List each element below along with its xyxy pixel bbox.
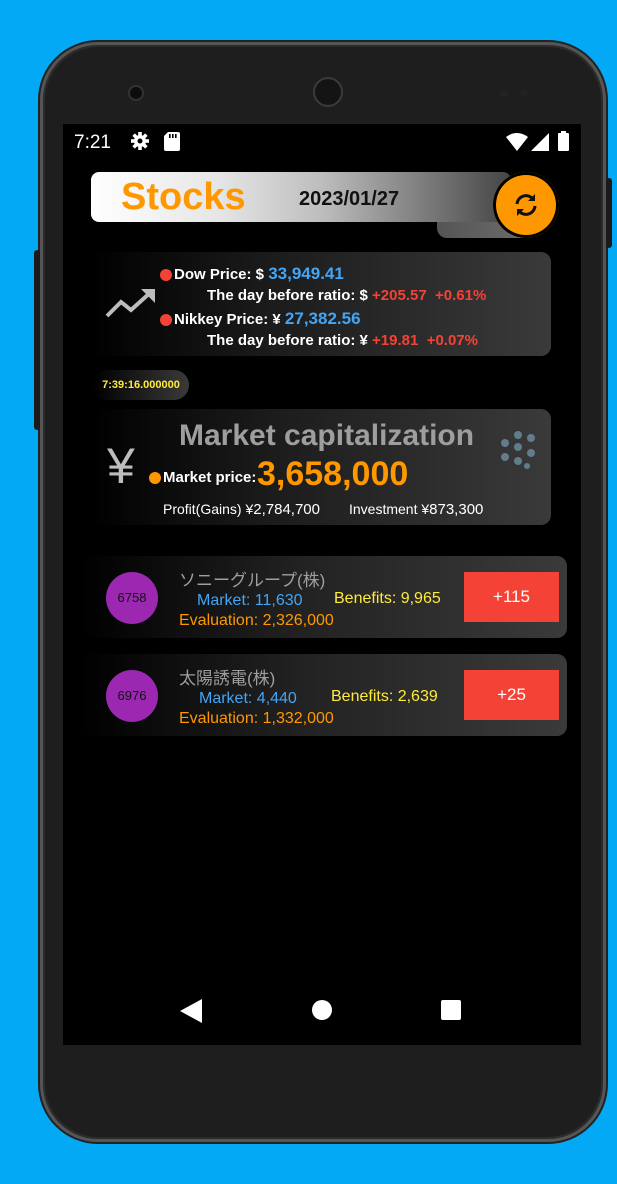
dow-pct: +0.61% [435, 287, 487, 304]
battery-icon [558, 131, 569, 151]
app-screen: 7:21 Stocks 2023/01/27 Dow Price: $ 33,9… [63, 124, 581, 1045]
index-card: Dow Price: $ 33,949.41 The day before ra… [91, 252, 551, 356]
stock-name: ソニーグループ(株) [179, 571, 326, 590]
nikkei-label: Nikkey Price: ¥ [174, 311, 281, 328]
yen-icon: ¥ [107, 438, 135, 494]
stock-evaluation: Evaluation: 2,326,000 [179, 612, 334, 629]
stock-change-button[interactable]: +115 [464, 572, 559, 622]
nikkei-pct: +0.07% [426, 332, 478, 349]
stock-benefits: Benefits: 2,639 [331, 688, 438, 705]
back-icon[interactable] [180, 999, 202, 1023]
profit-row: Profit(Gains) ¥2,784,700 [163, 501, 320, 518]
dow-label: Dow Price: $ [174, 266, 265, 283]
investment-row: Investment ¥873,300 [349, 501, 483, 518]
header-bar: Stocks 2023/01/27 [91, 172, 511, 222]
investment-value: 873,300 [429, 501, 484, 518]
market-price-dot [149, 472, 161, 485]
refresh-button[interactable] [493, 172, 559, 238]
nikkei-row: Nikkey Price: ¥ 27,382.56 [160, 309, 361, 329]
nikkei-dot [160, 314, 172, 327]
dow-value: 33,949.41 [268, 264, 344, 283]
power-button [606, 178, 612, 248]
stock-change-button[interactable]: +25 [464, 670, 559, 720]
trending-up-icon [105, 289, 155, 318]
dow-ratio-row: The day before ratio: $ +205.57 +0.61% [207, 287, 486, 304]
update-time-badge: 7:39:16.000000 [93, 370, 189, 400]
nikkei-ratio-row: The day before ratio: ¥ +19.81 +0.07% [207, 332, 478, 349]
nikkei-change: +19.81 [372, 332, 419, 349]
stock-market: Market: 11,630 [197, 592, 303, 609]
wifi-icon [506, 133, 528, 151]
gear-icon [131, 132, 149, 150]
stock-evaluation: Evaluation: 1,332,000 [179, 710, 334, 727]
market-price-value: 3,658,000 [257, 455, 409, 493]
dow-ratio-label: The day before ratio: $ [207, 287, 368, 304]
dow-change: +205.57 [372, 287, 427, 304]
dow-dot [160, 269, 172, 282]
cell-signal-icon [531, 133, 549, 151]
dow-row: Dow Price: $ 33,949.41 [160, 264, 344, 284]
front-camera [130, 87, 142, 99]
profit-value: 2,784,700 [253, 501, 320, 518]
stock-code-badge: 6976 [106, 670, 158, 722]
volume-button [34, 250, 40, 430]
app-title: Stocks [121, 176, 246, 218]
system-nav-bar [63, 990, 581, 1030]
stock-market: Market: 4,440 [199, 690, 297, 707]
home-icon[interactable] [311, 999, 333, 1021]
status-time: 7:21 [74, 132, 111, 153]
light-sensor [520, 89, 528, 97]
refresh-icon [515, 194, 537, 216]
stock-card[interactable]: 6758 ソニーグループ(株) Market: 11,630 Benefits:… [81, 556, 567, 638]
stock-name: 太陽誘電(株) [179, 669, 276, 688]
sd-card-icon [164, 132, 180, 151]
investment-label: Investment ¥ [349, 501, 430, 517]
proximity-sensor [500, 89, 508, 97]
stock-card[interactable]: 6976 太陽誘電(株) Market: 4,440 Benefits: 2,6… [81, 654, 567, 736]
market-price-row: Market price: [149, 469, 256, 486]
status-bar: 7:21 [63, 124, 581, 160]
dots-pattern-icon [501, 431, 535, 469]
profit-label: Profit(Gains) ¥ [163, 501, 254, 517]
header-date: 2023/01/27 [299, 188, 400, 210]
nikkei-ratio-label: The day before ratio: ¥ [207, 332, 368, 349]
stock-code-badge: 6758 [106, 572, 158, 624]
recents-icon[interactable] [440, 999, 462, 1021]
market-cap-card: Market capitalization ¥ Market price: 3,… [91, 409, 551, 525]
market-cap-title: Market capitalization [179, 419, 475, 452]
nikkei-value: 27,382.56 [284, 309, 361, 328]
market-price-label: Market price: [163, 469, 257, 486]
earpiece-speaker [315, 79, 341, 105]
stock-benefits: Benefits: 9,965 [334, 590, 441, 607]
